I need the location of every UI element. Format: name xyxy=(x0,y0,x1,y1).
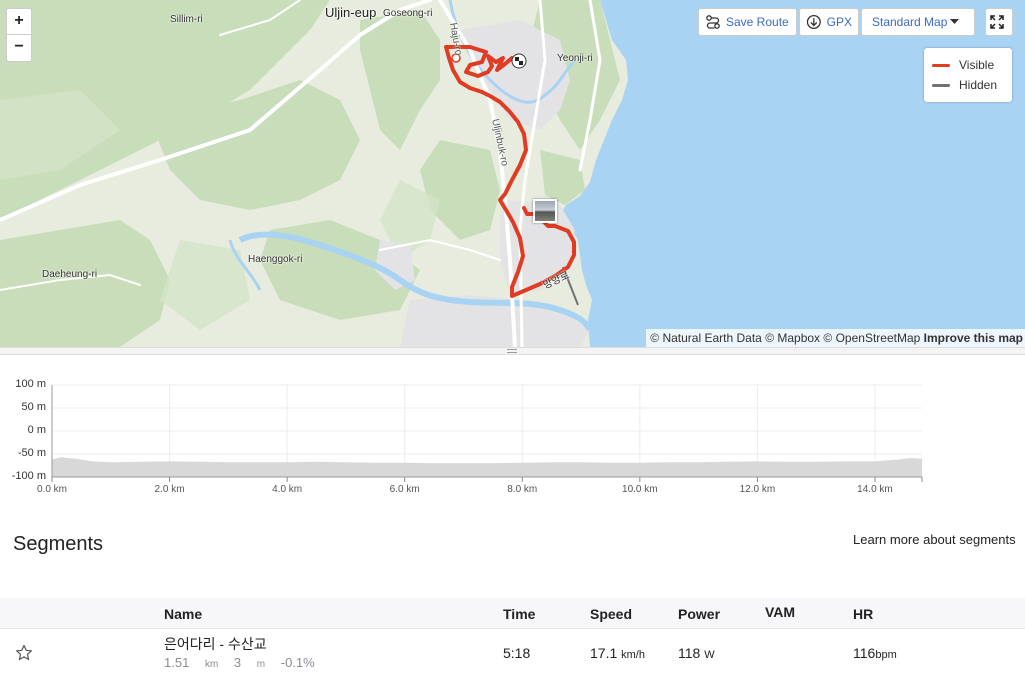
gpx-label: GPX xyxy=(826,15,852,29)
gpx-button[interactable]: GPX xyxy=(799,8,859,36)
map-label-yeonji-ri: Yeonji-ri xyxy=(557,53,593,64)
col-power[interactable]: Power xyxy=(678,606,720,622)
route-icon xyxy=(706,15,720,29)
elevation-profile-area xyxy=(52,457,922,477)
segment-speed-unit: km/h xyxy=(621,649,645,661)
attribution-mapbox[interactable]: © Mapbox xyxy=(765,331,820,345)
segment-power-cell: 118 W xyxy=(678,645,715,661)
col-vam[interactable]: VAM xyxy=(765,604,795,620)
map-label-goseong-ri: Goseong-ri xyxy=(383,8,433,19)
download-icon xyxy=(806,15,821,29)
attribution-natural-earth[interactable]: © Natural Earth Data xyxy=(650,331,762,345)
segments-table-header: Name Time Speed Power VAM HR xyxy=(0,598,1025,629)
caret-down-icon xyxy=(950,19,959,24)
legend-visible-label: Visible xyxy=(959,58,995,72)
segment-speed: 17.1 xyxy=(590,645,618,661)
elevation-plot xyxy=(51,384,923,482)
legend-hidden-swatch xyxy=(932,83,950,87)
map-label-uljin-eup: Uljin-eup xyxy=(325,5,377,20)
segment-hr-unit: bpm xyxy=(875,649,897,661)
segment-elevation: 3 xyxy=(233,655,242,670)
map-label-haenggok-ri: Haenggok-ri xyxy=(248,254,303,265)
route-map[interactable]: Uljin-eup Goseong-ri Sillim-ri Yeonji-ri… xyxy=(0,0,1025,347)
resize-handle[interactable] xyxy=(0,347,1025,355)
save-route-label: Save Route xyxy=(726,15,789,29)
improve-map-link[interactable]: Improve this map xyxy=(924,331,1023,345)
map-legend: Visible Hidden xyxy=(924,48,1012,102)
route-photo-thumbnail[interactable] xyxy=(533,199,557,223)
legend-hidden: Hidden xyxy=(932,75,1004,95)
zoom-in-button[interactable]: + xyxy=(7,9,31,35)
map-style-label: Standard Map xyxy=(872,15,948,29)
segment-hr: 116 xyxy=(853,645,876,661)
learn-more-segments-link[interactable]: Learn more about segments xyxy=(853,532,1016,547)
legend-visible: Visible xyxy=(932,55,1004,75)
grip-icon xyxy=(507,349,517,353)
segment-power: 118 xyxy=(678,645,701,661)
col-name[interactable]: Name xyxy=(164,606,202,622)
map-attribution: © Natural Earth Data © Mapbox © OpenStre… xyxy=(646,329,1025,347)
segments-title: Segments xyxy=(13,533,104,555)
zoom-control: + − xyxy=(6,8,32,62)
star-icon[interactable] xyxy=(15,644,33,662)
col-speed[interactable]: Speed xyxy=(590,606,632,622)
segment-power-unit: W xyxy=(704,649,715,661)
segment-elevation-unit: m xyxy=(256,659,266,670)
fullscreen-button[interactable] xyxy=(985,8,1013,36)
table-row[interactable]: 은어다리 - 수산교 1.51 km 3 m -0.1% 5:18 17.1 k… xyxy=(0,630,1025,676)
col-hr[interactable]: HR xyxy=(853,606,873,622)
segment-stats: 1.51 km 3 m -0.1% xyxy=(164,655,327,670)
map-label-sillim-ri: Sillim-ri xyxy=(170,14,203,25)
expand-icon xyxy=(989,15,1004,29)
finish-flag-icon xyxy=(511,53,527,69)
segment-grade: -0.1% xyxy=(280,655,315,670)
map-base-layer xyxy=(0,0,1025,347)
segment-distance: 1.51 xyxy=(164,655,190,670)
segment-hr-cell: 116bpm xyxy=(853,645,897,661)
segment-time: 5:18 xyxy=(503,645,531,661)
legend-hidden-label: Hidden xyxy=(959,78,998,92)
segment-name-link[interactable]: 은어다리 - 수산교 xyxy=(164,634,267,654)
legend-visible-swatch xyxy=(932,63,950,67)
col-time[interactable]: Time xyxy=(503,606,535,622)
map-label-daeheung-ri: Daeheung-ri xyxy=(42,269,98,280)
segment-distance-unit: km xyxy=(204,659,219,670)
save-route-button[interactable]: Save Route xyxy=(698,8,797,36)
zoom-out-button[interactable]: − xyxy=(7,35,31,61)
attribution-osm[interactable]: © OpenStreetMap xyxy=(823,331,920,345)
elevation-chart[interactable]: 100 m 50 m0 m -50 m -100 m 0.0 km 2.0 km 4.0 … xyxy=(0,370,1025,500)
segment-speed-cell: 17.1 km/h xyxy=(590,645,645,661)
map-style-dropdown[interactable]: Standard Map xyxy=(861,8,975,36)
